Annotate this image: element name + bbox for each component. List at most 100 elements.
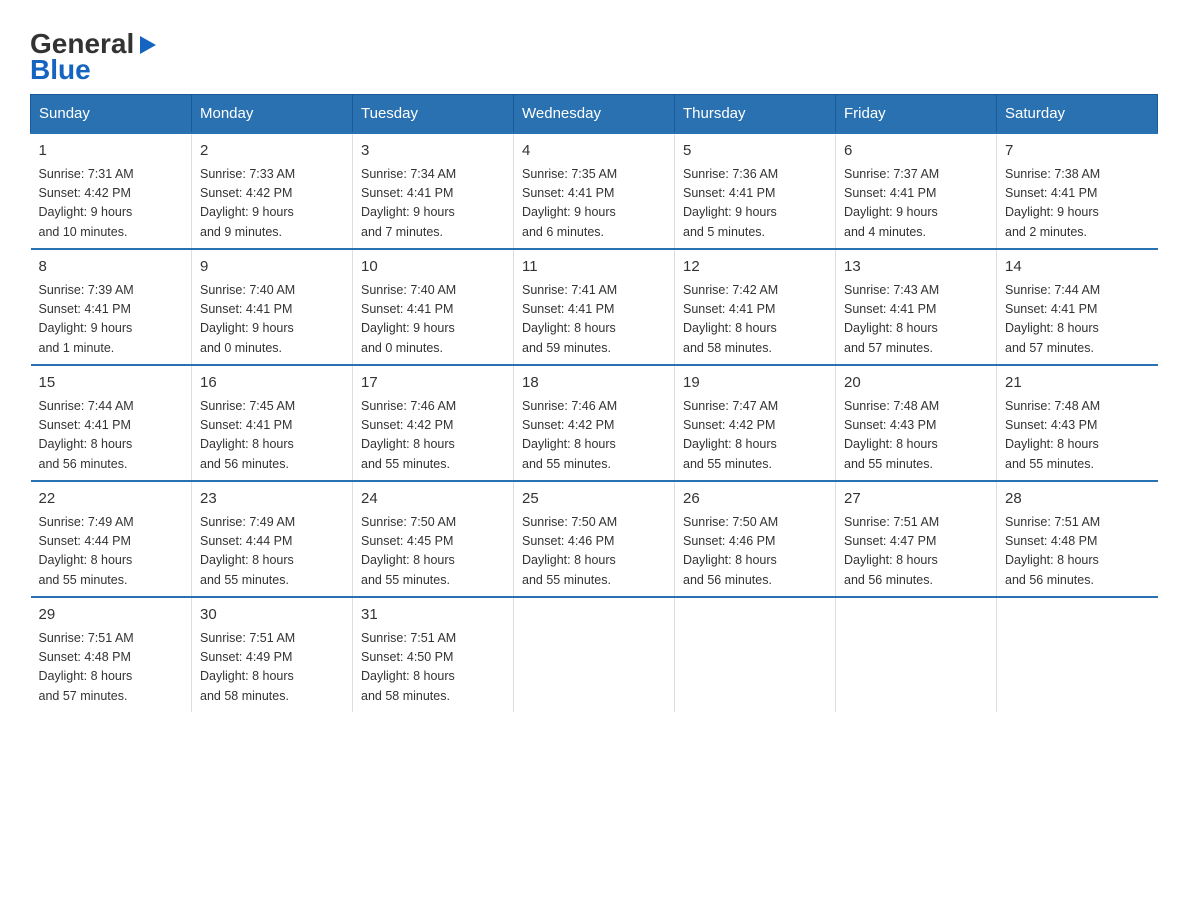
day-info: Sunrise: 7:31 AMSunset: 4:42 PMDaylight:… bbox=[39, 165, 184, 243]
day-number: 22 bbox=[39, 488, 184, 511]
day-cell-9: 9 Sunrise: 7:40 AMSunset: 4:41 PMDayligh… bbox=[192, 249, 353, 365]
day-cell-21: 21 Sunrise: 7:48 AMSunset: 4:43 PMDaylig… bbox=[997, 365, 1158, 481]
day-info: Sunrise: 7:50 AMSunset: 4:46 PMDaylight:… bbox=[522, 513, 666, 591]
day-number: 25 bbox=[522, 488, 666, 511]
day-info: Sunrise: 7:46 AMSunset: 4:42 PMDaylight:… bbox=[361, 397, 505, 475]
day-header-thursday: Thursday bbox=[675, 95, 836, 134]
day-number: 7 bbox=[1005, 140, 1150, 163]
day-info: Sunrise: 7:40 AMSunset: 4:41 PMDaylight:… bbox=[200, 281, 344, 359]
day-number: 23 bbox=[200, 488, 344, 511]
empty-cell bbox=[997, 597, 1158, 712]
day-cell-27: 27 Sunrise: 7:51 AMSunset: 4:47 PMDaylig… bbox=[836, 481, 997, 597]
day-info: Sunrise: 7:48 AMSunset: 4:43 PMDaylight:… bbox=[844, 397, 988, 475]
day-cell-24: 24 Sunrise: 7:50 AMSunset: 4:45 PMDaylig… bbox=[353, 481, 514, 597]
day-number: 10 bbox=[361, 256, 505, 279]
day-info: Sunrise: 7:38 AMSunset: 4:41 PMDaylight:… bbox=[1005, 165, 1150, 243]
day-number: 17 bbox=[361, 372, 505, 395]
header-row: SundayMondayTuesdayWednesdayThursdayFrid… bbox=[31, 95, 1158, 134]
day-cell-25: 25 Sunrise: 7:50 AMSunset: 4:46 PMDaylig… bbox=[514, 481, 675, 597]
calendar-table: SundayMondayTuesdayWednesdayThursdayFrid… bbox=[30, 94, 1158, 712]
day-number: 18 bbox=[522, 372, 666, 395]
empty-cell bbox=[675, 597, 836, 712]
day-cell-12: 12 Sunrise: 7:42 AMSunset: 4:41 PMDaylig… bbox=[675, 249, 836, 365]
day-info: Sunrise: 7:34 AMSunset: 4:41 PMDaylight:… bbox=[361, 165, 505, 243]
day-cell-6: 6 Sunrise: 7:37 AMSunset: 4:41 PMDayligh… bbox=[836, 133, 997, 249]
day-info: Sunrise: 7:50 AMSunset: 4:46 PMDaylight:… bbox=[683, 513, 827, 591]
logo: General Blue bbox=[30, 30, 158, 84]
day-info: Sunrise: 7:39 AMSunset: 4:41 PMDaylight:… bbox=[39, 281, 184, 359]
day-info: Sunrise: 7:41 AMSunset: 4:41 PMDaylight:… bbox=[522, 281, 666, 359]
day-number: 11 bbox=[522, 256, 666, 279]
day-header-sunday: Sunday bbox=[31, 95, 192, 134]
day-number: 1 bbox=[39, 140, 184, 163]
day-info: Sunrise: 7:44 AMSunset: 4:41 PMDaylight:… bbox=[39, 397, 184, 475]
calendar-body: 1 Sunrise: 7:31 AMSunset: 4:42 PMDayligh… bbox=[31, 133, 1158, 712]
week-row-4: 22 Sunrise: 7:49 AMSunset: 4:44 PMDaylig… bbox=[31, 481, 1158, 597]
day-info: Sunrise: 7:51 AMSunset: 4:47 PMDaylight:… bbox=[844, 513, 988, 591]
day-info: Sunrise: 7:49 AMSunset: 4:44 PMDaylight:… bbox=[200, 513, 344, 591]
day-info: Sunrise: 7:35 AMSunset: 4:41 PMDaylight:… bbox=[522, 165, 666, 243]
day-info: Sunrise: 7:45 AMSunset: 4:41 PMDaylight:… bbox=[200, 397, 344, 475]
day-info: Sunrise: 7:43 AMSunset: 4:41 PMDaylight:… bbox=[844, 281, 988, 359]
day-number: 12 bbox=[683, 256, 827, 279]
day-info: Sunrise: 7:51 AMSunset: 4:50 PMDaylight:… bbox=[361, 629, 505, 707]
day-cell-16: 16 Sunrise: 7:45 AMSunset: 4:41 PMDaylig… bbox=[192, 365, 353, 481]
day-info: Sunrise: 7:36 AMSunset: 4:41 PMDaylight:… bbox=[683, 165, 827, 243]
day-cell-4: 4 Sunrise: 7:35 AMSunset: 4:41 PMDayligh… bbox=[514, 133, 675, 249]
day-number: 29 bbox=[39, 604, 184, 627]
day-info: Sunrise: 7:40 AMSunset: 4:41 PMDaylight:… bbox=[361, 281, 505, 359]
day-number: 28 bbox=[1005, 488, 1150, 511]
day-number: 24 bbox=[361, 488, 505, 511]
day-number: 9 bbox=[200, 256, 344, 279]
week-row-5: 29 Sunrise: 7:51 AMSunset: 4:48 PMDaylig… bbox=[31, 597, 1158, 712]
day-number: 21 bbox=[1005, 372, 1150, 395]
day-cell-30: 30 Sunrise: 7:51 AMSunset: 4:49 PMDaylig… bbox=[192, 597, 353, 712]
day-cell-29: 29 Sunrise: 7:51 AMSunset: 4:48 PMDaylig… bbox=[31, 597, 192, 712]
week-row-1: 1 Sunrise: 7:31 AMSunset: 4:42 PMDayligh… bbox=[31, 133, 1158, 249]
day-cell-18: 18 Sunrise: 7:46 AMSunset: 4:42 PMDaylig… bbox=[514, 365, 675, 481]
day-cell-23: 23 Sunrise: 7:49 AMSunset: 4:44 PMDaylig… bbox=[192, 481, 353, 597]
day-cell-10: 10 Sunrise: 7:40 AMSunset: 4:41 PMDaylig… bbox=[353, 249, 514, 365]
day-cell-2: 2 Sunrise: 7:33 AMSunset: 4:42 PMDayligh… bbox=[192, 133, 353, 249]
day-cell-31: 31 Sunrise: 7:51 AMSunset: 4:50 PMDaylig… bbox=[353, 597, 514, 712]
empty-cell bbox=[836, 597, 997, 712]
day-number: 20 bbox=[844, 372, 988, 395]
day-info: Sunrise: 7:44 AMSunset: 4:41 PMDaylight:… bbox=[1005, 281, 1150, 359]
day-header-tuesday: Tuesday bbox=[353, 95, 514, 134]
day-number: 14 bbox=[1005, 256, 1150, 279]
week-row-3: 15 Sunrise: 7:44 AMSunset: 4:41 PMDaylig… bbox=[31, 365, 1158, 481]
day-cell-8: 8 Sunrise: 7:39 AMSunset: 4:41 PMDayligh… bbox=[31, 249, 192, 365]
day-cell-14: 14 Sunrise: 7:44 AMSunset: 4:41 PMDaylig… bbox=[997, 249, 1158, 365]
day-cell-11: 11 Sunrise: 7:41 AMSunset: 4:41 PMDaylig… bbox=[514, 249, 675, 365]
day-cell-28: 28 Sunrise: 7:51 AMSunset: 4:48 PMDaylig… bbox=[997, 481, 1158, 597]
day-info: Sunrise: 7:37 AMSunset: 4:41 PMDaylight:… bbox=[844, 165, 988, 243]
day-cell-1: 1 Sunrise: 7:31 AMSunset: 4:42 PMDayligh… bbox=[31, 133, 192, 249]
day-cell-26: 26 Sunrise: 7:50 AMSunset: 4:46 PMDaylig… bbox=[675, 481, 836, 597]
day-number: 13 bbox=[844, 256, 988, 279]
day-number: 16 bbox=[200, 372, 344, 395]
day-number: 2 bbox=[200, 140, 344, 163]
day-number: 8 bbox=[39, 256, 184, 279]
day-cell-20: 20 Sunrise: 7:48 AMSunset: 4:43 PMDaylig… bbox=[836, 365, 997, 481]
day-info: Sunrise: 7:50 AMSunset: 4:45 PMDaylight:… bbox=[361, 513, 505, 591]
day-number: 4 bbox=[522, 140, 666, 163]
calendar-header: SundayMondayTuesdayWednesdayThursdayFrid… bbox=[31, 95, 1158, 134]
day-info: Sunrise: 7:49 AMSunset: 4:44 PMDaylight:… bbox=[39, 513, 184, 591]
day-info: Sunrise: 7:51 AMSunset: 4:48 PMDaylight:… bbox=[1005, 513, 1150, 591]
day-cell-13: 13 Sunrise: 7:43 AMSunset: 4:41 PMDaylig… bbox=[836, 249, 997, 365]
day-cell-15: 15 Sunrise: 7:44 AMSunset: 4:41 PMDaylig… bbox=[31, 365, 192, 481]
day-info: Sunrise: 7:42 AMSunset: 4:41 PMDaylight:… bbox=[683, 281, 827, 359]
day-header-saturday: Saturday bbox=[997, 95, 1158, 134]
day-info: Sunrise: 7:47 AMSunset: 4:42 PMDaylight:… bbox=[683, 397, 827, 475]
day-info: Sunrise: 7:46 AMSunset: 4:42 PMDaylight:… bbox=[522, 397, 666, 475]
empty-cell bbox=[514, 597, 675, 712]
day-cell-22: 22 Sunrise: 7:49 AMSunset: 4:44 PMDaylig… bbox=[31, 481, 192, 597]
page-header: General Blue bbox=[30, 20, 1158, 84]
day-cell-7: 7 Sunrise: 7:38 AMSunset: 4:41 PMDayligh… bbox=[997, 133, 1158, 249]
day-cell-17: 17 Sunrise: 7:46 AMSunset: 4:42 PMDaylig… bbox=[353, 365, 514, 481]
day-header-wednesday: Wednesday bbox=[514, 95, 675, 134]
day-number: 15 bbox=[39, 372, 184, 395]
logo-blue: Blue bbox=[30, 56, 91, 84]
day-number: 19 bbox=[683, 372, 827, 395]
day-info: Sunrise: 7:51 AMSunset: 4:48 PMDaylight:… bbox=[39, 629, 184, 707]
